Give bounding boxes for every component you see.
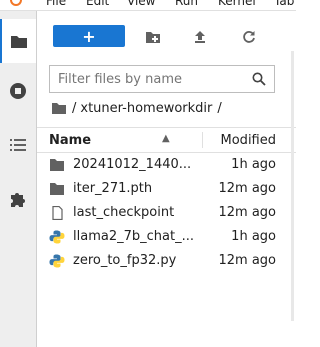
file-list-header: Name ▲ Modified bbox=[37, 127, 296, 153]
search-icon bbox=[252, 72, 266, 86]
upload-button[interactable] bbox=[190, 27, 210, 47]
file-name: last_checkpoint bbox=[73, 205, 175, 220]
list-icon bbox=[10, 139, 26, 151]
menu-file[interactable]: File bbox=[46, 0, 66, 8]
breadcrumb-separator: / bbox=[72, 100, 77, 116]
menu-view[interactable]: View bbox=[127, 0, 155, 8]
breadcrumb-trailing-separator: / bbox=[217, 100, 222, 116]
menu-bar: File Edit View Run Kernel Tab bbox=[0, 0, 296, 11]
sidebar-tab-toc[interactable] bbox=[0, 123, 36, 167]
stop-circle-icon bbox=[10, 83, 26, 99]
refresh-button[interactable] bbox=[239, 27, 259, 47]
file-modified: 1h ago bbox=[231, 229, 276, 244]
new-folder-button[interactable] bbox=[143, 27, 163, 47]
file-name: zero_to_fp32.py bbox=[73, 253, 177, 268]
sidebar-tab-extensions[interactable] bbox=[0, 177, 36, 221]
file-name: llama2_7b_chat_... bbox=[73, 229, 193, 244]
breadcrumb: / xtuner-homeworkdir / bbox=[51, 97, 226, 119]
folder-icon bbox=[50, 183, 64, 195]
jupyter-logo-icon bbox=[10, 0, 22, 6]
new-launcher-button[interactable]: + bbox=[53, 25, 125, 47]
new-folder-icon bbox=[146, 31, 160, 43]
list-item[interactable]: iter_271.pth 12m ago bbox=[37, 177, 296, 201]
filter-files-box bbox=[49, 65, 275, 93]
sidebar-tab-running[interactable] bbox=[0, 69, 36, 113]
list-item[interactable]: 20241012_1440... 1h ago bbox=[37, 153, 296, 177]
file-browser-toolbar: + bbox=[37, 11, 296, 61]
file-modified: 1h ago bbox=[231, 157, 276, 172]
list-item[interactable]: llama2_7b_chat_... 1h ago bbox=[37, 225, 296, 249]
python-file-icon bbox=[49, 230, 65, 244]
puzzle-icon bbox=[11, 193, 25, 207]
list-item[interactable]: last_checkpoint 12m ago bbox=[37, 201, 296, 225]
file-list: 20241012_1440... 1h ago iter_271.pth 12m… bbox=[37, 153, 296, 273]
file-modified: 12m ago bbox=[218, 205, 276, 220]
sidebar-tab-file-browser[interactable] bbox=[0, 19, 36, 63]
filter-files-input[interactable] bbox=[50, 66, 248, 92]
folder-icon bbox=[50, 159, 64, 171]
folder-icon[interactable] bbox=[51, 102, 67, 115]
upload-icon bbox=[195, 31, 205, 43]
column-header-name[interactable]: Name bbox=[49, 133, 91, 148]
menu-tab[interactable]: Tab bbox=[274, 0, 294, 8]
python-file-icon bbox=[49, 254, 65, 268]
file-name: 20241012_1440... bbox=[73, 157, 192, 172]
file-modified: 12m ago bbox=[218, 253, 276, 268]
menu-kernel[interactable]: Kernel bbox=[218, 0, 256, 8]
list-item[interactable]: zero_to_fp32.py 12m ago bbox=[37, 249, 296, 273]
column-divider[interactable] bbox=[202, 132, 203, 148]
folder-icon bbox=[11, 35, 27, 48]
sort-ascending-icon: ▲ bbox=[162, 133, 170, 144]
activity-sidebar bbox=[0, 11, 37, 347]
file-name: iter_271.pth bbox=[73, 181, 153, 196]
menu-edit[interactable]: Edit bbox=[86, 0, 109, 8]
column-header-modified[interactable]: Modified bbox=[221, 133, 276, 148]
file-modified: 12m ago bbox=[218, 181, 276, 196]
scrollbar[interactable] bbox=[291, 51, 294, 321]
menu-run[interactable]: Run bbox=[175, 0, 198, 8]
file-browser-panel: + / xt bbox=[37, 11, 296, 347]
file-icon bbox=[52, 206, 63, 220]
refresh-icon bbox=[243, 31, 255, 43]
breadcrumb-item-current[interactable]: xtuner-homeworkdir bbox=[80, 101, 212, 116]
